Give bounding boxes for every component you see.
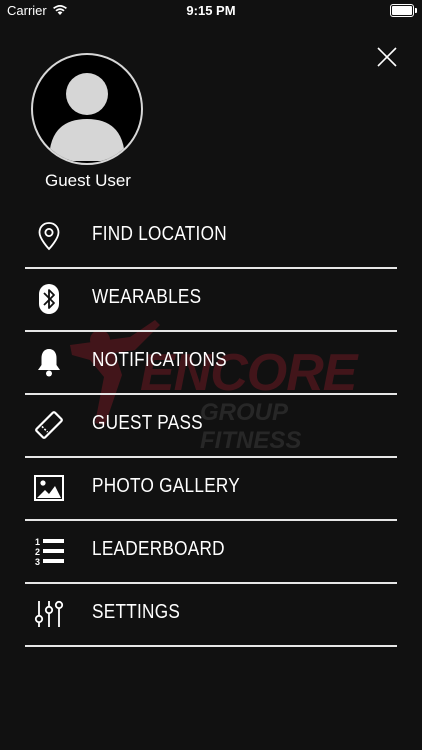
status-bar: Carrier 9:15 PM: [0, 0, 422, 22]
image-icon: [34, 475, 64, 501]
menu-label: GUEST PASS: [92, 412, 203, 434]
svg-text:3: 3: [35, 557, 40, 567]
menu-label: SETTINGS: [92, 601, 181, 623]
svg-text:1: 1: [35, 537, 40, 547]
menu-item-wearables[interactable]: WEARABLES: [25, 269, 397, 332]
menu-label: LEADERBOARD: [92, 538, 225, 560]
menu-item-settings[interactable]: SETTINGS: [25, 584, 397, 647]
menu-item-notifications[interactable]: NOTIFICATIONS: [25, 332, 397, 395]
user-name: Guest User: [45, 171, 131, 190]
side-menu: FIND LOCATION WEARABLES NOTIFICATIONS GU…: [25, 206, 397, 647]
user-silhouette-icon: [49, 73, 125, 161]
sliders-icon: [34, 600, 64, 627]
menu-item-photo-gallery[interactable]: PHOTO GALLERY: [25, 458, 397, 521]
location-pin-icon: [38, 222, 60, 251]
numbered-list-icon: 1 2 3: [35, 537, 64, 567]
menu-item-guest-pass[interactable]: GUEST PASS: [25, 395, 397, 458]
svg-text:2: 2: [35, 547, 40, 557]
menu-item-find-location[interactable]: FIND LOCATION: [25, 206, 397, 269]
battery-tip: [415, 8, 417, 13]
menu-label: PHOTO GALLERY: [92, 475, 241, 497]
menu-item-leaderboard[interactable]: 1 2 3 LEADERBOARD: [25, 521, 397, 584]
menu-label: FIND LOCATION: [92, 223, 227, 245]
battery-icon: [390, 4, 414, 17]
avatar[interactable]: [31, 53, 143, 165]
status-time: 9:15 PM: [186, 3, 236, 18]
ticket-icon: [35, 411, 63, 439]
menu-label: WEARABLES: [92, 286, 202, 308]
close-icon[interactable]: [375, 45, 399, 69]
menu-label: NOTIFICATIONS: [92, 349, 227, 371]
bell-icon: [38, 349, 60, 377]
bluetooth-icon: [39, 284, 59, 314]
